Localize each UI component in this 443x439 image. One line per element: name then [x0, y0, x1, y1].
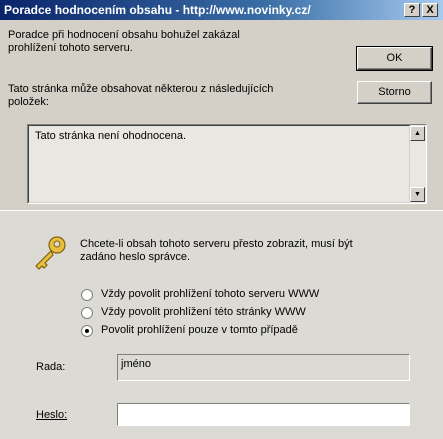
radio-label-always-allow-server[interactable]: Vždy povolit prohlížení tohoto serveru W…	[101, 288, 319, 301]
radio-label-allow-once[interactable]: Povolit prohlížení pouze v tomto případě	[101, 324, 298, 337]
title-bar[interactable]: Poradce hodnocením obsahu - http://www.n…	[0, 0, 443, 20]
message-line-1: Poradce při hodnocení obsahu bohužel zak…	[8, 29, 240, 41]
radio-always-allow-server[interactable]	[81, 289, 93, 301]
reasons-list-content: Tato stránka není ohodnocena.	[28, 125, 410, 203]
reasons-listbox[interactable]: Tato stránka není ohodnocena. ▲ ▼	[27, 124, 427, 204]
vertical-scrollbar[interactable]: ▲ ▼	[410, 126, 425, 202]
help-button[interactable]: ?	[404, 3, 420, 17]
cancel-button[interactable]: Storno	[357, 81, 432, 104]
key-icon	[30, 233, 70, 273]
message-line-2: prohlížení tohoto serveru.	[8, 42, 133, 54]
divider	[0, 210, 443, 211]
prompt-line-2: zadáno heslo správce.	[80, 251, 191, 263]
hint-label: Rada:	[36, 361, 66, 373]
scroll-up-icon[interactable]: ▲	[410, 126, 425, 141]
ok-button[interactable]: OK	[356, 46, 433, 71]
hint-value: jméno	[121, 358, 151, 370]
radio-allow-once[interactable]	[81, 325, 93, 337]
prompt-line-1: Chcete-li obsah tohoto serveru přesto zo…	[80, 238, 353, 250]
list-item[interactable]: Tato stránka není ohodnocena.	[35, 130, 186, 143]
password-label: Heslo:	[36, 409, 68, 421]
radio-label-always-allow-page[interactable]: Vždy povolit prohlížení této stránky WWW	[101, 306, 306, 319]
password-input[interactable]	[117, 403, 410, 426]
radio-always-allow-page[interactable]	[81, 307, 93, 319]
window-title: Poradce hodnocením obsahu - http://www.n…	[4, 3, 311, 17]
message-line-3: Tato stránka může obsahovat některou z n…	[8, 83, 274, 95]
message-line-4: položek:	[8, 96, 49, 108]
close-button[interactable]: X	[422, 3, 438, 17]
scroll-down-icon[interactable]: ▼	[410, 187, 425, 202]
hint-field: jméno	[117, 354, 410, 381]
